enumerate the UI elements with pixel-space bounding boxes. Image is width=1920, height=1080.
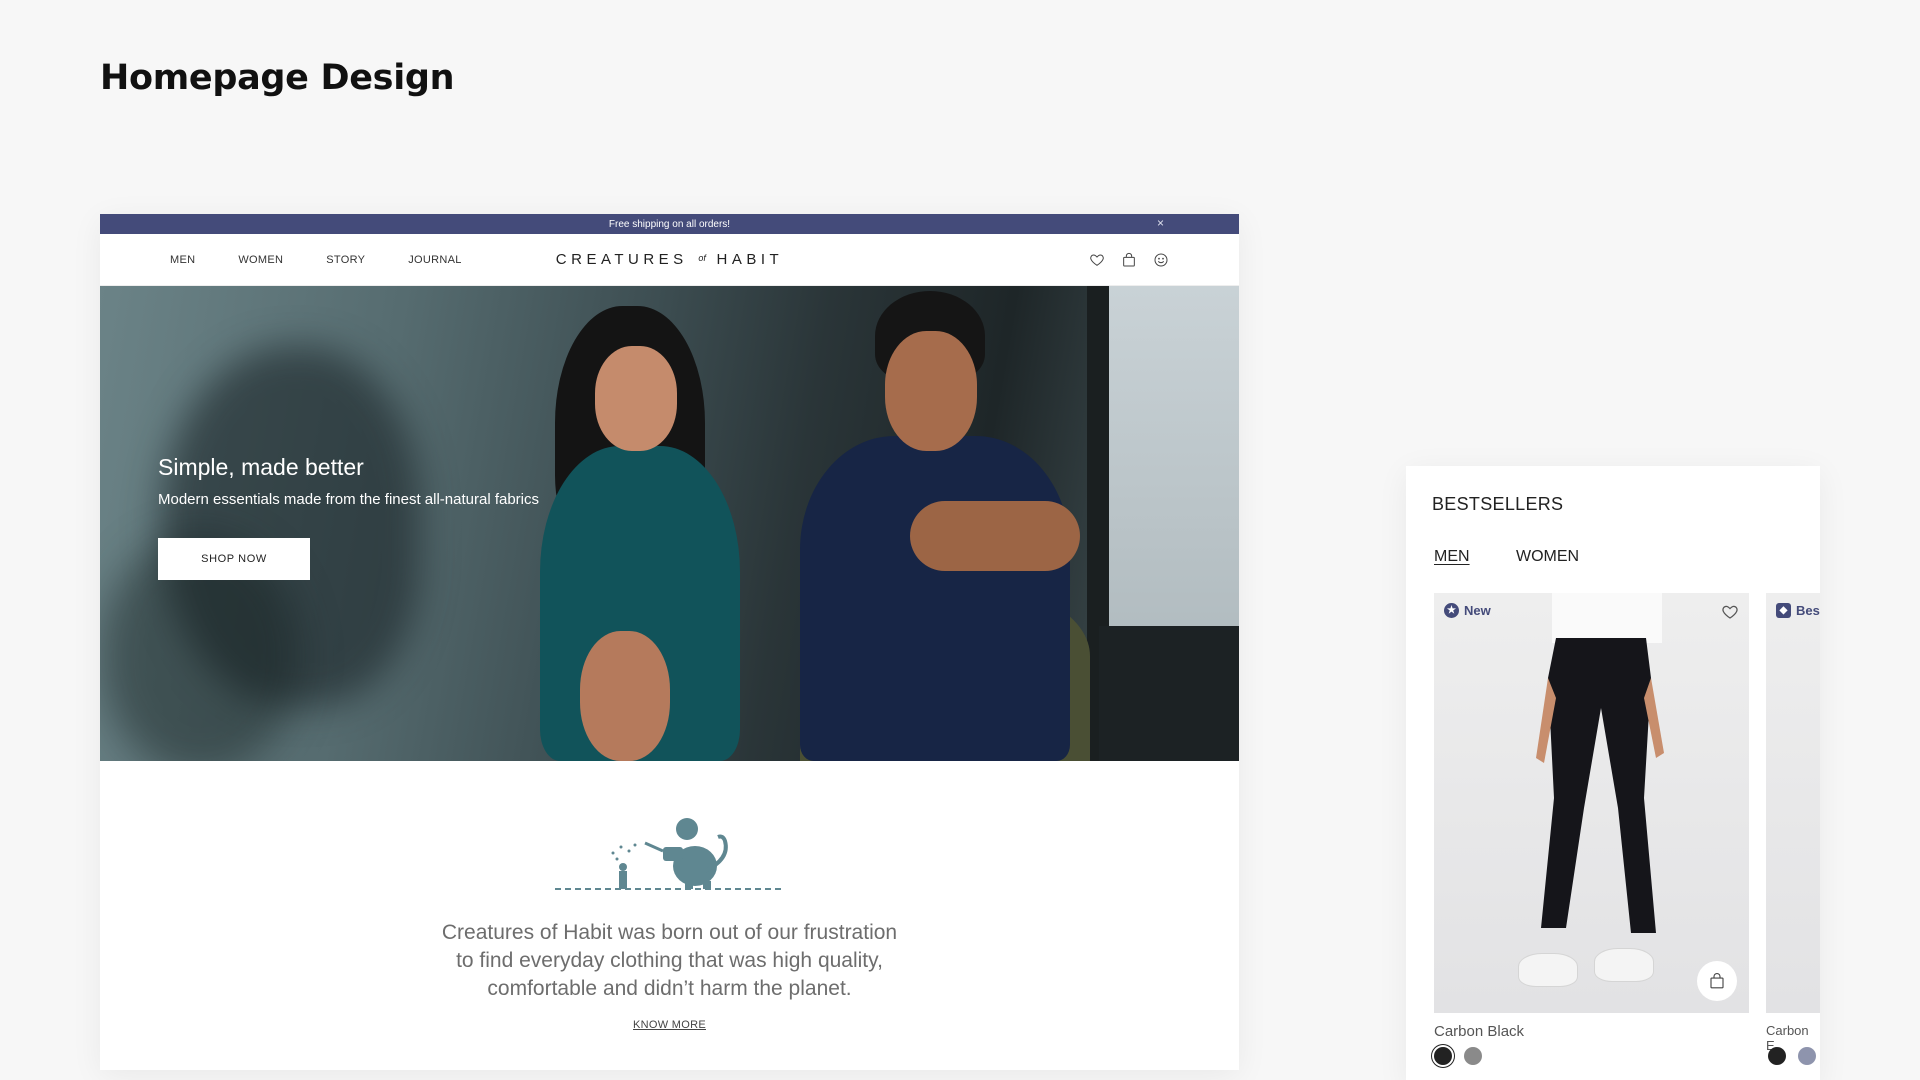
about-text-line-3: comfortable and didn’t harm the planet.: [487, 977, 852, 1000]
star-icon: ★: [1444, 603, 1459, 618]
product-card[interactable]: ★ New: [1434, 593, 1749, 1013]
bag-icon: ◆: [1776, 603, 1791, 618]
nav-link-story[interactable]: STORY: [326, 254, 365, 266]
announcement-text: Free shipping on all orders!: [608, 218, 731, 230]
desktop-homepage-mockup: Free shipping on all orders! × MEN WOMEN…: [100, 214, 1239, 1070]
monkey-watering-plant-icon: [554, 818, 785, 890]
product-card[interactable]: ◆ Bes: [1766, 593, 1820, 1013]
announcement-bar: Free shipping on all orders! ×: [100, 214, 1239, 234]
product-name[interactable]: Carbon Black: [1434, 1023, 1524, 1040]
main-nav: MEN WOMEN STORY JOURNAL CREATURES of HAB…: [100, 234, 1239, 286]
know-more-link[interactable]: KNOW MORE: [633, 1019, 706, 1031]
logo-word-of: of: [698, 253, 706, 263]
bestsellers-mobile-panel: BESTSELLERS MEN WOMEN ★ New ◆ Bes Carbon…: [1406, 466, 1820, 1080]
badge-label: Bes: [1796, 603, 1820, 618]
brand-logo[interactable]: CREATURES of HABIT: [556, 251, 783, 268]
account-icon[interactable]: [1153, 252, 1169, 268]
heart-icon[interactable]: [1721, 603, 1739, 621]
nav-link-journal[interactable]: JOURNAL: [408, 254, 461, 266]
product-image: [1536, 638, 1664, 933]
hero-title: Simple, made better: [158, 454, 364, 480]
close-icon[interactable]: ×: [1157, 216, 1164, 230]
tab-women[interactable]: WOMEN: [1516, 548, 1579, 566]
about-section: Creatures of Habit was born out of our f…: [100, 761, 1239, 1033]
bag-icon: [1710, 973, 1724, 989]
logo-word-creatures: CREATURES: [555, 251, 688, 268]
heart-icon[interactable]: [1089, 252, 1105, 268]
color-swatch[interactable]: [1464, 1047, 1482, 1065]
hero-banner: Simple, made better Modern essentials ma…: [100, 286, 1239, 761]
shop-now-button[interactable]: SHOP NOW: [158, 538, 310, 580]
color-swatch[interactable]: [1434, 1047, 1452, 1065]
color-swatch[interactable]: [1798, 1047, 1816, 1065]
about-text-line-1: Creatures of Habit was born out of our f…: [441, 921, 898, 944]
page-title: Homepage Design: [100, 58, 455, 98]
badge-label: New: [1464, 603, 1491, 618]
bag-icon[interactable]: [1121, 252, 1137, 268]
logo-word-habit: HABIT: [716, 251, 784, 268]
add-to-bag-button[interactable]: [1697, 961, 1737, 1001]
color-swatch[interactable]: [1768, 1047, 1786, 1065]
nav-link-women[interactable]: WOMEN: [238, 254, 283, 266]
about-text-line-2: to find everyday clothing that was high …: [456, 949, 883, 972]
bestseller-badge: ◆ Bes: [1776, 603, 1820, 618]
bestsellers-title: BESTSELLERS: [1432, 494, 1564, 514]
nav-link-men[interactable]: MEN: [170, 254, 195, 266]
new-badge: ★ New: [1444, 603, 1491, 618]
tab-men[interactable]: MEN: [1434, 548, 1470, 566]
hero-subtitle: Modern essentials made from the finest a…: [158, 491, 540, 508]
